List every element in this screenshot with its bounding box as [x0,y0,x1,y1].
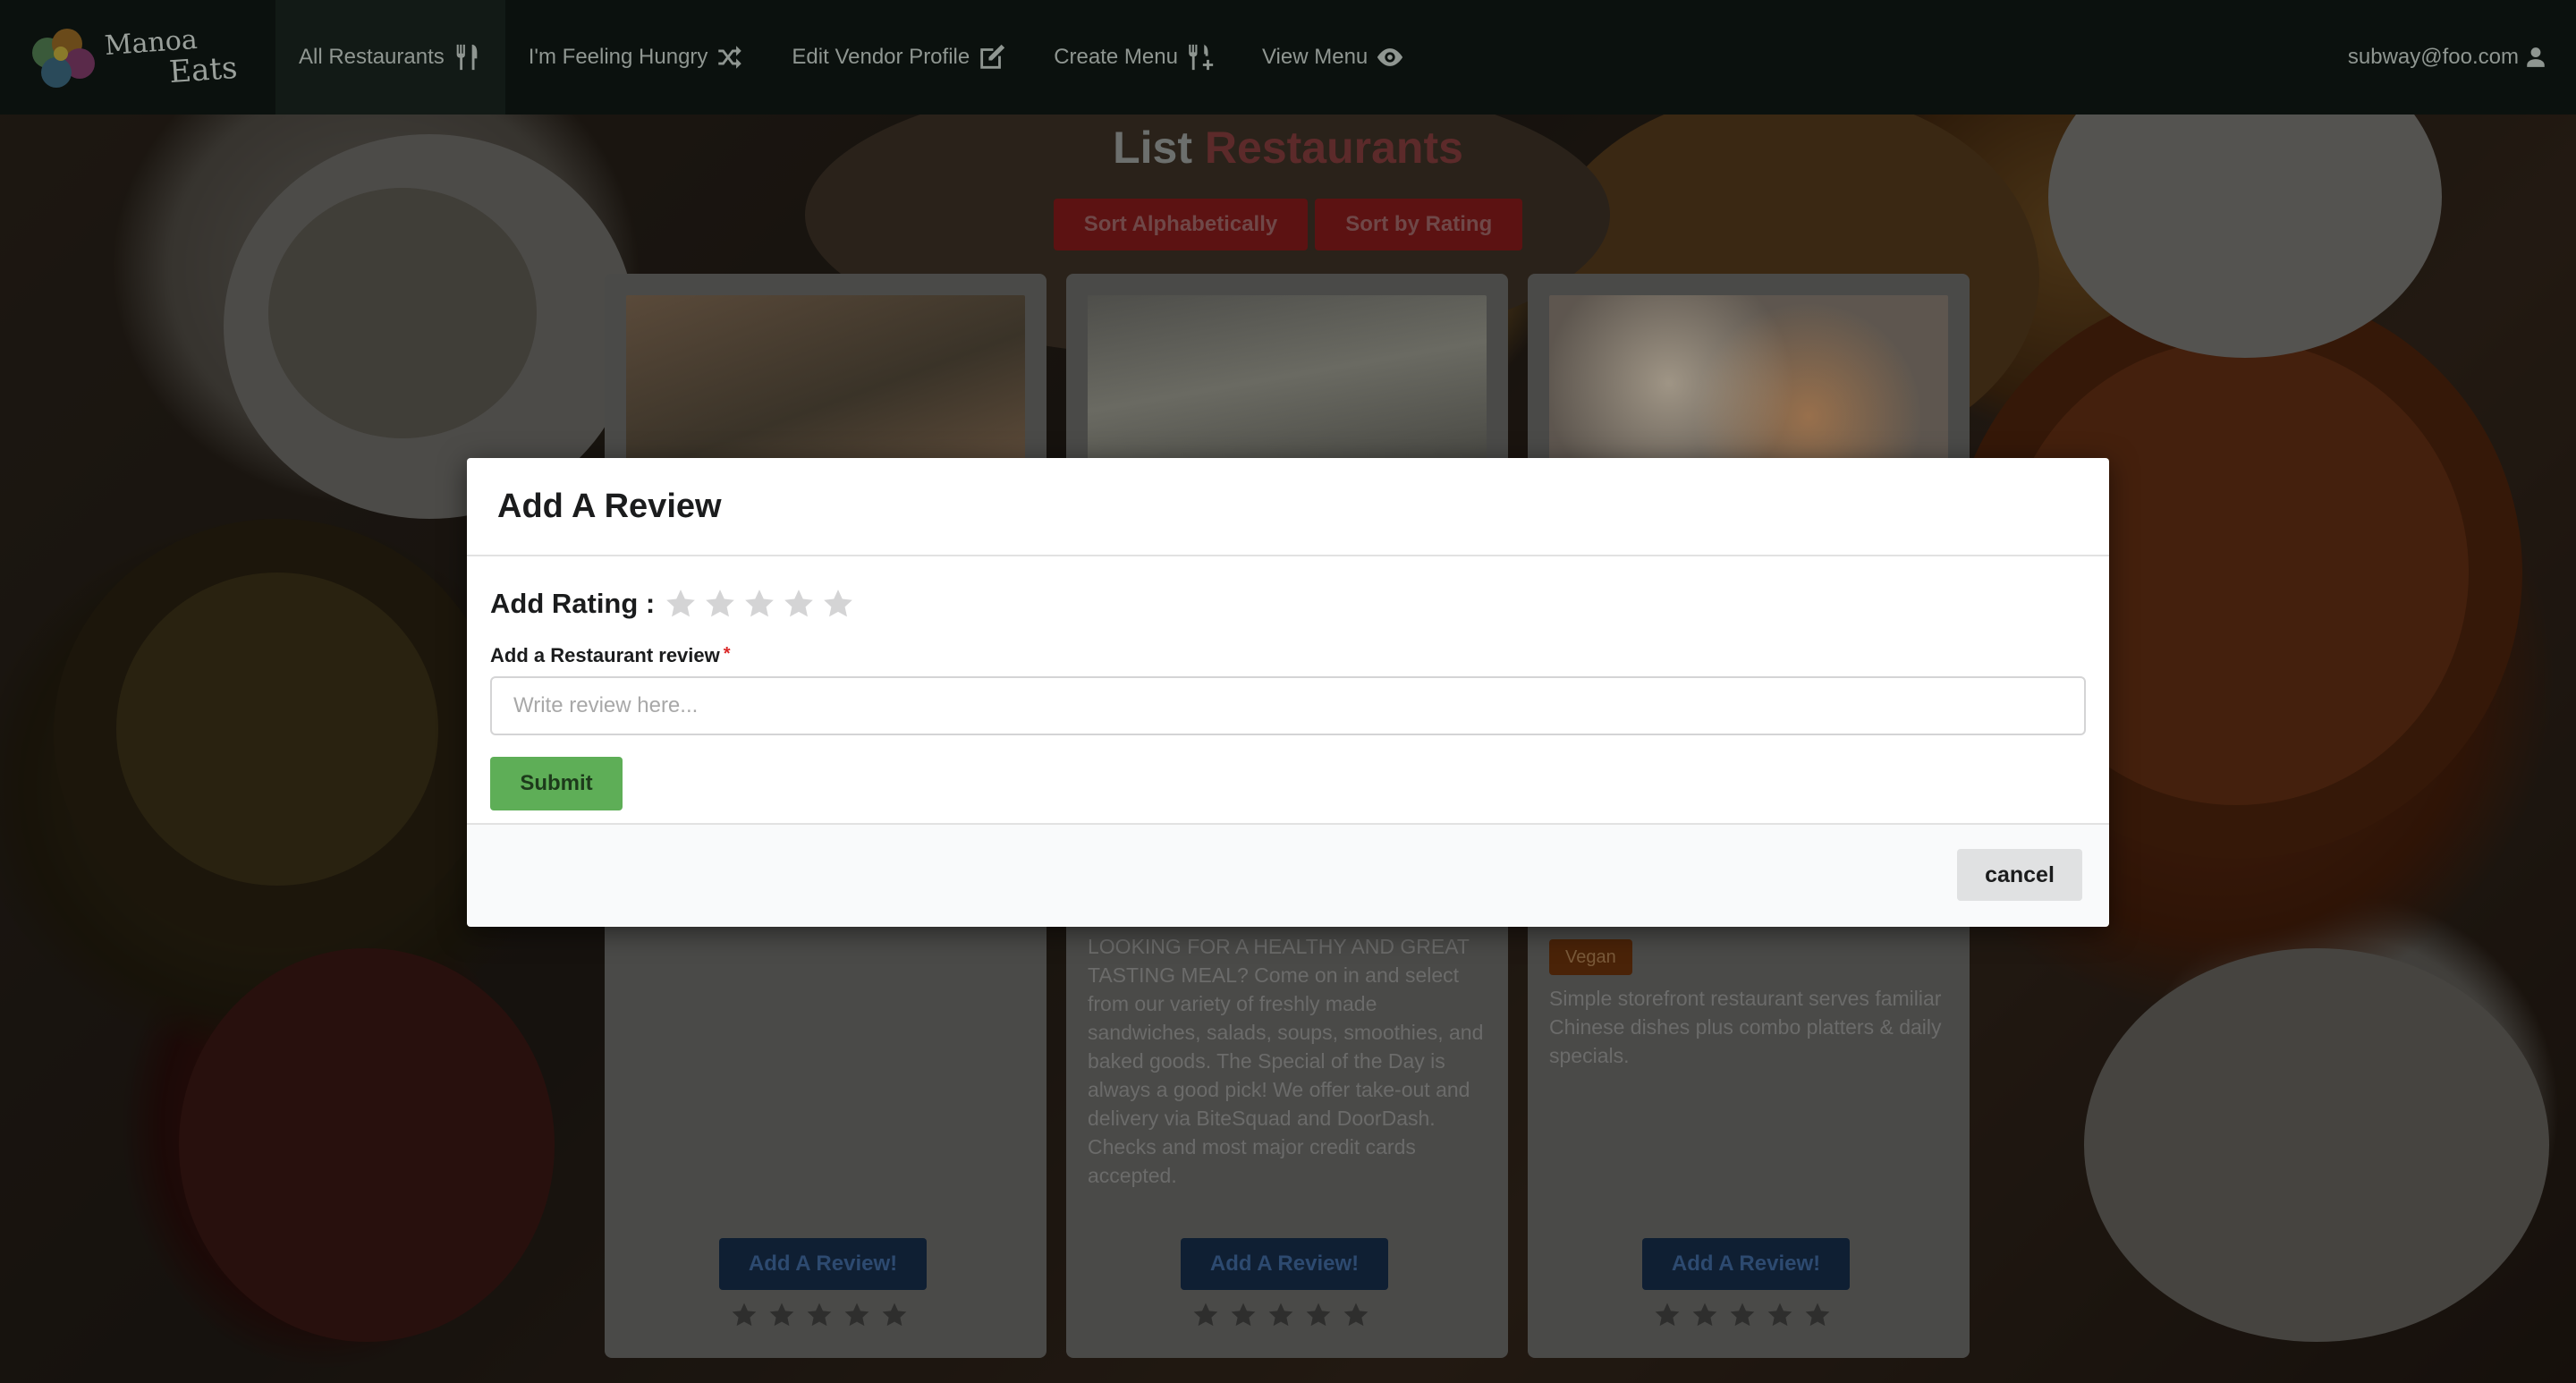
edit-icon [980,44,1005,69]
star-icon[interactable] [1690,1301,1719,1329]
star-icon[interactable] [805,1301,834,1329]
hibiscus-logo-icon [25,21,111,93]
user-icon [2527,47,2545,67]
rating-label: Add Rating : [490,588,656,619]
brand-name: Manoa Eats [104,22,239,92]
star-icon[interactable] [843,1301,871,1329]
add-review-button[interactable]: Add A Review! [719,1238,927,1290]
review-label-text: Add a Restaurant review [490,644,720,666]
add-review-modal: Add A Review Add Rating : Add a Restaura… [467,458,2109,927]
utensils-icon [456,44,478,71]
modal-actions: cancel [467,825,2109,925]
page-title-part2: Restaurants [1204,123,1463,173]
star-icon[interactable] [880,1301,909,1329]
review-input[interactable] [490,676,2086,735]
star-icon[interactable] [1342,1301,1370,1329]
star-icon[interactable] [1191,1301,1220,1329]
star-icon[interactable] [1766,1301,1794,1329]
star-icon[interactable] [1229,1301,1258,1329]
card-body: Vegan Simple storefront restaurant serve… [1549,939,1948,1070]
star-icon[interactable] [742,587,776,621]
nav-edit-vendor-profile[interactable]: Edit Vendor Profile [768,0,1030,115]
nav-view-menu[interactable]: View Menu [1239,0,1428,115]
brand-logo[interactable]: Manoa Eats [0,0,275,115]
sort-buttons: Sort Alphabetically Sort by Rating [0,199,2576,250]
card-rating-stars[interactable] [730,1301,909,1329]
nav-create-menu[interactable]: Create Menu [1030,0,1239,115]
nav-edit-vendor-profile-label: Edit Vendor Profile [792,45,970,69]
restaurant-description: LOOKING FOR A HEALTHY AND GREAT TASTING … [1088,935,1484,1187]
card-body: LOOKING FOR A HEALTHY AND GREAT TASTING … [1088,932,1487,1190]
star-icon[interactable] [1653,1301,1682,1329]
star-icon[interactable] [821,587,855,621]
nav-view-menu-label: View Menu [1261,45,1368,69]
modal-title: Add A Review [497,487,722,525]
modal-content: Add Rating : Add a Restaurant review* Su… [467,556,2109,825]
rating-row: Add Rating : [490,587,2086,621]
sort-by-rating-button[interactable]: Sort by Rating [1315,199,1523,250]
card-rating-stars[interactable] [1653,1301,1832,1329]
review-field-label: Add a Restaurant review * [490,644,2086,667]
star-icon[interactable] [703,587,737,621]
modal-header: Add A Review [467,458,2109,556]
shuffle-icon [718,46,742,69]
cuisine-tags: Vegan [1549,939,1948,975]
star-icon[interactable] [1267,1301,1295,1329]
page-title-part1: List [1113,123,1192,173]
page-title: List Restaurants [0,122,2576,174]
nav-all-restaurants-label: All Restaurants [299,45,445,69]
star-icon[interactable] [1803,1301,1832,1329]
sort-alphabetically-button[interactable]: Sort Alphabetically [1053,199,1309,250]
restaurant-description: Simple storefront restaurant serves fami… [1549,987,1942,1067]
card-rating-stars[interactable] [1191,1301,1370,1329]
star-icon[interactable] [767,1301,796,1329]
tag-vegan: Vegan [1549,939,1632,975]
star-icon[interactable] [664,587,698,621]
star-icon[interactable] [782,587,816,621]
nav-feeling-hungry[interactable]: I'm Feeling Hungry [505,0,769,115]
nav-create-menu-label: Create Menu [1054,45,1178,69]
nav-all-restaurants[interactable]: All Restaurants [275,0,505,115]
user-email: subway@foo.com [2347,45,2519,69]
utensils-plus-icon [1189,44,1214,71]
eye-icon [1377,48,1403,66]
cancel-button[interactable]: cancel [1957,849,2082,901]
star-icon[interactable] [730,1301,758,1329]
nav-feeling-hungry-label: I'm Feeling Hungry [528,45,708,69]
star-icon[interactable] [1304,1301,1333,1329]
user-menu[interactable]: subway@foo.com [2348,45,2576,70]
add-review-button[interactable]: Add A Review! [1642,1238,1850,1290]
submit-button[interactable]: Submit [490,757,623,810]
add-review-button[interactable]: Add A Review! [1181,1238,1388,1290]
top-navbar: Manoa Eats All Restaurants I'm Feeling H… [0,0,2576,115]
required-marker: * [723,644,731,664]
star-icon[interactable] [1728,1301,1757,1329]
